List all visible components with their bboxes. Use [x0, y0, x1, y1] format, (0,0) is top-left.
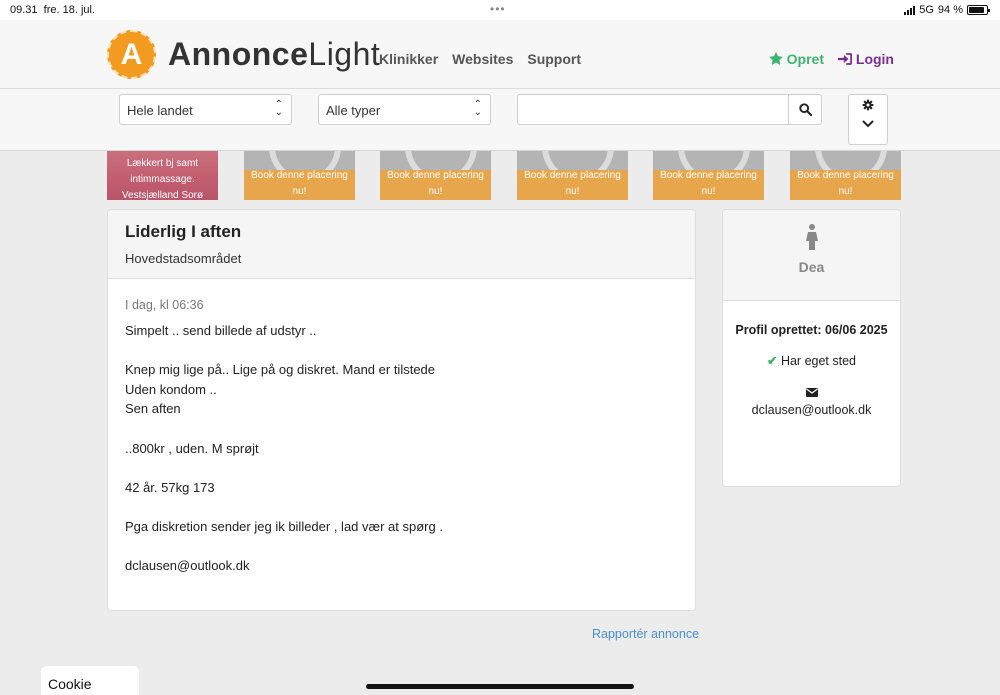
ad-slot-label: Book denne placering nu!	[797, 170, 894, 197]
female-icon	[805, 224, 818, 250]
battery-label: 94 %	[937, 4, 963, 16]
own-place-line: ✔ Har eget sted	[733, 353, 890, 368]
chevron-down-icon	[849, 116, 887, 131]
profile-header: Dea	[723, 210, 900, 301]
nav-link-support[interactable]: Support	[527, 51, 581, 67]
network-label: 5G	[919, 4, 934, 16]
envelope-icon	[733, 386, 890, 400]
listing-card: Liderlig I aften Hovedstadsområdet I dag…	[107, 209, 696, 611]
ad-placeholder-image	[653, 151, 764, 170]
listing-header: Liderlig I aften Hovedstadsområdet	[108, 210, 695, 279]
profile-email[interactable]: dclausen@outlook.dk	[733, 403, 890, 417]
ad-slot-book[interactable]: Book denne placering nu!	[517, 151, 628, 200]
ad-slot-book[interactable]: Book denne placering nu!	[790, 151, 901, 200]
listing-text: Simpelt .. send billede af udstyr .. Kne…	[125, 323, 443, 574]
profile-card: Dea Profil oprettet: 06/06 2025 ✔ Har eg…	[722, 209, 901, 487]
select-caret-icon: ⌃ ⌄	[473, 99, 482, 118]
search-input[interactable]	[517, 94, 789, 125]
nav-link-klinikker[interactable]: Klinikker	[379, 51, 438, 67]
logo-badge-icon: A	[107, 30, 156, 79]
profile-created: Profil oprettet: 06/06 2025	[735, 323, 888, 337]
ad-slot-label: Book denne placering nu!	[660, 170, 757, 197]
region-select[interactable]: Hele landet ⌃ ⌄	[119, 94, 292, 125]
ad-slot-label: Book denne placering nu!	[524, 170, 621, 197]
nav-link-websites[interactable]: Websites	[452, 51, 513, 67]
status-time: 09.31 fre. 18. jul.	[10, 4, 96, 16]
select-caret-icon: ⌃ ⌄	[274, 99, 283, 118]
region-select-value: Hele landet	[127, 103, 193, 118]
settings-toggle-button[interactable]	[848, 94, 888, 145]
login-button[interactable]: Login	[838, 51, 894, 67]
status-right: 5G 94 %	[904, 4, 990, 16]
star-icon	[768, 52, 783, 65]
type-select[interactable]: Alle typer ⌃ ⌄	[318, 94, 491, 125]
signal-icon	[904, 5, 916, 15]
logo-wordmark: AnnonceLight	[168, 36, 381, 72]
ad-banner[interactable]: Lækkert bj samt intimmassage. Vestsjælla…	[107, 151, 218, 200]
type-select-value: Alle typer	[326, 103, 381, 118]
site-logo[interactable]: A AnnonceLight	[107, 30, 380, 79]
ad-banner-text: Lækkert bj samt intimmassage. Vestsjælla…	[121, 158, 204, 200]
site-header: A AnnonceLight Klinikker Websites Suppor…	[0, 20, 1000, 89]
search-icon	[798, 103, 812, 116]
ad-slot-book[interactable]: Book denne placering nu!	[244, 151, 355, 200]
battery-icon	[967, 5, 990, 15]
listing-region: Hovedstadsområdet	[125, 251, 242, 266]
multitask-dots[interactable]: •••	[490, 2, 506, 16]
ad-placeholder-image	[790, 151, 901, 170]
home-indicator[interactable]	[366, 684, 634, 689]
report-listing-link[interactable]: Rapportér annonce	[592, 627, 699, 641]
ad-slot-label: Book denne placering nu!	[251, 170, 348, 197]
opret-label: Opret	[786, 51, 824, 67]
listing-date: I dag, kl 06:36	[125, 298, 204, 312]
sign-in-icon	[838, 53, 852, 65]
gear-icon	[862, 99, 874, 111]
search-button[interactable]	[788, 94, 822, 125]
main-nav: Klinikker Websites Support	[379, 51, 581, 67]
ad-placeholder-image	[517, 151, 628, 170]
own-place-label: Har eget sted	[780, 354, 856, 368]
ad-slot-book[interactable]: Book denne placering nu!	[380, 151, 491, 200]
header-actions: Opret Login	[768, 51, 894, 67]
profile-name: Dea	[798, 259, 825, 275]
opret-button[interactable]: Opret	[768, 51, 824, 67]
login-label: Login	[855, 51, 894, 67]
listing-body: I dag, kl 06:36 Simpelt .. send billede …	[108, 279, 695, 595]
ad-slot-book[interactable]: Book denne placering nu!	[653, 151, 764, 200]
ad-placeholder-image	[380, 151, 491, 170]
status-bar: 09.31 fre. 18. jul. ••• 5G 94 %	[0, 0, 1000, 20]
cookie-policy-button[interactable]: Cookie Policy	[41, 666, 139, 695]
ad-slot-label: Book denne placering nu!	[387, 170, 484, 197]
ad-placeholder-image	[244, 151, 355, 170]
listing-title: Liderlig I aften	[125, 222, 242, 241]
profile-body: Profil oprettet: 06/06 2025 ✔ Har eget s…	[723, 301, 900, 436]
filter-bar: Hele landet ⌃ ⌄ Alle typer ⌃ ⌄	[0, 89, 1000, 151]
check-icon: ✔	[766, 354, 778, 368]
